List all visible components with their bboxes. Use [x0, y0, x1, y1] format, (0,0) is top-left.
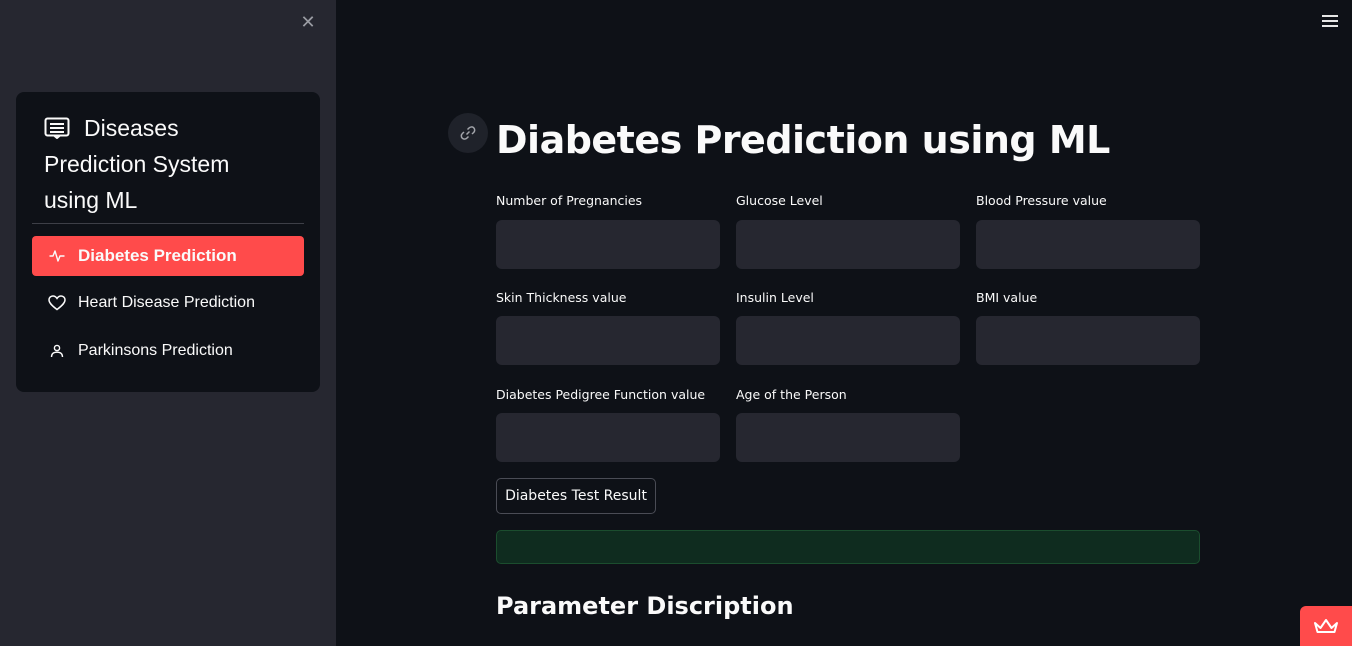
sidebar-item-parkinsons-prediction[interactable]: Parkinsons Prediction	[32, 331, 304, 371]
sidebar-item-label: Heart Disease Prediction	[78, 294, 255, 311]
sidebar-item-label: Parkinsons Prediction	[78, 342, 233, 359]
sidebar-item-label: Diabetes Prediction	[78, 246, 237, 265]
page-title: Diabetes Prediction using ML	[496, 118, 1110, 162]
activity-icon	[48, 247, 66, 265]
person-icon	[48, 342, 66, 360]
menu-title: Diseases Prediction System using ML	[44, 110, 284, 218]
pregnancies-label: Number of Pregnancies	[496, 193, 643, 208]
age-label: Age of the Person	[736, 387, 847, 402]
sidebar: ✕ Diseases Prediction System using ML Di…	[0, 0, 336, 646]
bmi-label: BMI value	[976, 290, 1038, 305]
menu-divider	[32, 223, 304, 224]
option-menu: Diseases Prediction System using ML Diab…	[16, 92, 320, 392]
clipboard-list-icon	[44, 113, 70, 140]
skin-thickness-input[interactable]	[496, 316, 720, 365]
blood-pressure-input[interactable]	[976, 220, 1200, 269]
sidebar-item-diabetes-prediction[interactable]: Diabetes Prediction	[32, 236, 304, 276]
pedigree-function-input[interactable]	[496, 413, 720, 462]
bmi-input[interactable]	[976, 316, 1200, 365]
insulin-label: Insulin Level	[736, 290, 814, 305]
sidebar-item-heart-disease-prediction[interactable]: Heart Disease Prediction	[32, 283, 304, 323]
blood-pressure-label: Blood Pressure value	[976, 193, 1107, 208]
close-icon[interactable]: ✕	[298, 12, 318, 34]
parameter-description-heading: Parameter Discription	[496, 592, 794, 620]
glucose-input[interactable]	[736, 220, 960, 269]
insulin-input[interactable]	[736, 316, 960, 365]
hamburger-icon[interactable]	[1322, 15, 1338, 31]
crown-icon[interactable]	[1300, 606, 1352, 646]
age-input[interactable]	[736, 413, 960, 462]
skin-thickness-label: Skin Thickness value	[496, 290, 627, 305]
glucose-label: Glucose Level	[736, 193, 823, 208]
pregnancies-input[interactable]	[496, 220, 720, 269]
result-success-box	[496, 530, 1200, 564]
diabetes-test-result-button[interactable]: Diabetes Test Result	[496, 478, 656, 514]
link-icon[interactable]	[448, 113, 488, 153]
pedigree-function-label: Diabetes Pedigree Function value	[496, 387, 706, 402]
heart-icon	[48, 294, 66, 312]
menu-title-text: Diseases Prediction System using ML	[44, 115, 230, 213]
app-root: ✕ Diseases Prediction System using ML Di…	[0, 0, 1352, 646]
